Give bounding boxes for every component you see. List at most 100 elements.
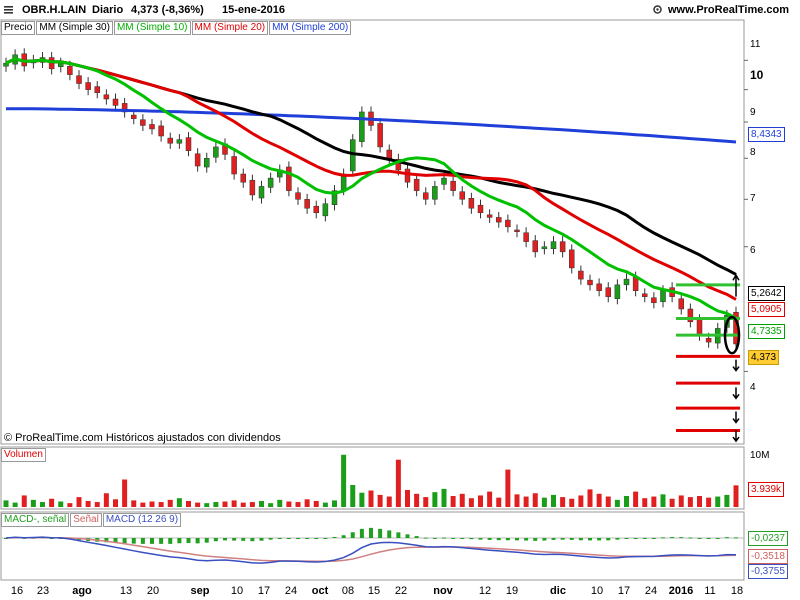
- legend-ma10[interactable]: MM (Simple 10): [113, 21, 191, 35]
- volume-bar: [733, 485, 739, 507]
- x-label: 24: [644, 585, 658, 597]
- tag-last: 4,373: [748, 350, 780, 365]
- volume-bar: [277, 499, 283, 507]
- macd-hist-bar: [213, 538, 218, 542]
- macd-hist-bar: [624, 538, 629, 539]
- volume-bar: [541, 497, 547, 507]
- macd-hist-bar: [259, 538, 264, 541]
- volume-bar: [596, 493, 602, 507]
- candle-body: [322, 203, 329, 217]
- volume-bar: [240, 502, 246, 507]
- x-label: 20: [146, 585, 160, 597]
- candle-body: [258, 186, 265, 199]
- macd-hist-bar: [296, 538, 300, 539]
- legend-ma20[interactable]: MM (Simple 20): [191, 21, 269, 35]
- volume-bar: [40, 502, 45, 507]
- candle-body: [404, 168, 411, 183]
- volume-bar: [660, 494, 666, 507]
- volume-bar: [195, 502, 201, 507]
- macd-hist-bar: [405, 534, 410, 538]
- candle-body: [140, 119, 146, 126]
- candle-body: [286, 166, 292, 191]
- period: Diario: [92, 4, 124, 16]
- volume-bar: [313, 500, 319, 507]
- x-label: 17: [257, 585, 271, 597]
- candle-body: [359, 111, 365, 142]
- macd-hist-bar: [277, 538, 282, 539]
- volume-bar: [30, 499, 36, 507]
- macd-label-macd[interactable]: MACD (12 26 9): [102, 513, 182, 527]
- watermark: © ProRealTime.com Históricos ajustados c…: [4, 432, 281, 444]
- macd-label-hist[interactable]: MACD-, señal: [1, 513, 70, 527]
- volume-bar: [642, 498, 648, 507]
- macd-hist-bar: [414, 536, 419, 538]
- volume-bar: [532, 493, 538, 507]
- menu-icon[interactable]: [3, 4, 14, 15]
- volume-bar: [341, 454, 347, 507]
- candle-body: [505, 219, 511, 228]
- volume-bar: [523, 496, 529, 507]
- macd-legend: MACD-, señal Señal MACD (12 26 9): [1, 513, 182, 527]
- volume-bar: [487, 491, 493, 507]
- volume-bar: [249, 502, 255, 507]
- volume-bar: [3, 500, 9, 507]
- ma30-line: [5, 57, 737, 276]
- macd-label-signal[interactable]: Señal: [70, 513, 102, 527]
- macd-hist-bar: [378, 528, 383, 538]
- volume-bar: [478, 495, 483, 507]
- volume-bar: [49, 498, 55, 507]
- macd-hist-bar: [396, 532, 401, 538]
- candle-body: [185, 137, 192, 151]
- macd-hist-bar: [131, 538, 136, 544]
- volume-panel-label[interactable]: Volumen: [1, 448, 46, 462]
- legend-ma30[interactable]: MM (Simple 30): [36, 21, 113, 35]
- macd-hist-bar: [332, 536, 337, 538]
- chart-canvas: [0, 19, 748, 581]
- candle-body: [176, 139, 183, 144]
- candle-body: [94, 86, 100, 93]
- macd-hist-bar: [524, 538, 529, 541]
- x-label: oct: [311, 585, 329, 597]
- candle-body: [413, 178, 420, 191]
- macd-hist-bar: [533, 538, 538, 541]
- volume-bar: [551, 494, 556, 507]
- legend-price[interactable]: Precio: [1, 21, 36, 35]
- candle-body: [432, 186, 438, 200]
- macd-hist-bar: [606, 538, 611, 541]
- x-label: 24: [284, 585, 298, 597]
- candle-body: [377, 123, 383, 148]
- candle-body: [204, 158, 210, 168]
- volume-bar: [76, 497, 82, 507]
- volume-bar: [687, 497, 693, 507]
- volume-bar: [286, 501, 292, 507]
- volume-plot: [3, 454, 739, 507]
- candle-body: [642, 293, 648, 297]
- macd-hist-bar: [451, 537, 456, 539]
- candle-body: [267, 177, 274, 188]
- volume-bar: [158, 502, 164, 507]
- volume-bar: [450, 496, 456, 507]
- candle-body: [386, 149, 392, 159]
- candle-body: [304, 199, 310, 209]
- arrow-down-icon: [732, 387, 740, 400]
- x-label: 16: [10, 585, 24, 597]
- volume-bar: [432, 492, 438, 507]
- volume-bar: [131, 500, 137, 507]
- candle-body: [194, 153, 201, 167]
- volume-bar: [231, 500, 237, 507]
- volume-bar: [295, 502, 301, 507]
- macd-hist-bar: [250, 538, 255, 542]
- candle-body: [660, 290, 666, 302]
- y-tick-10: 10: [750, 68, 764, 82]
- candle-body: [705, 338, 712, 343]
- volume-bar: [167, 499, 173, 507]
- legend: Precio MM (Simple 30) MM (Simple 10) MM …: [1, 21, 352, 35]
- x-label: 10: [590, 585, 604, 597]
- tag-macd-signal: -0,3518: [748, 549, 788, 564]
- candle-body: [149, 124, 155, 130]
- settings-icon[interactable]: [652, 4, 663, 15]
- legend-ma200[interactable]: MM (Simple 200): [269, 21, 352, 35]
- macd-hist-bar: [724, 537, 729, 539]
- candle-body: [295, 192, 301, 200]
- volume-bar: [94, 502, 100, 507]
